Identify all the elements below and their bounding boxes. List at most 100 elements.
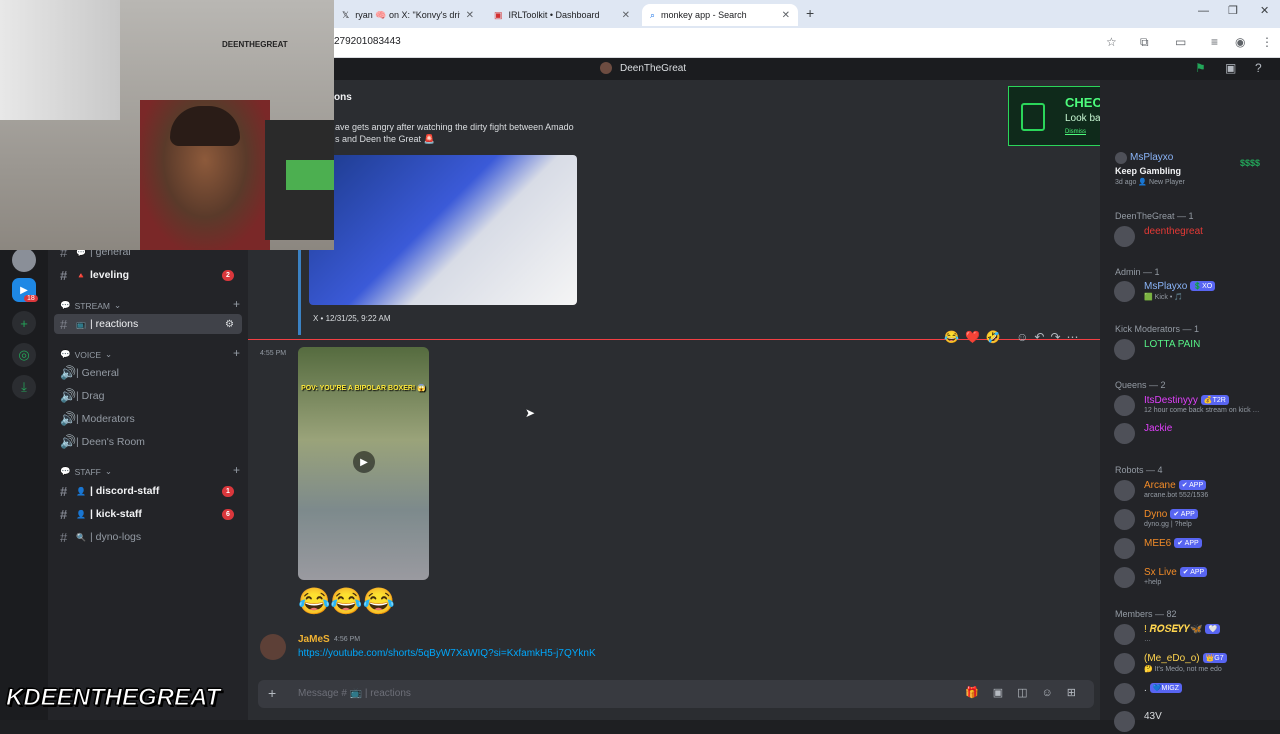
hash-icon: # [60, 316, 68, 332]
video-caption: POV: YOU'RE A BIPOLAR BOXER! 😱 [301, 385, 426, 392]
channel-item[interactable]: # 🔺 leveling 2 [54, 265, 242, 285]
category-stream[interactable]: 💬 STREAM ⌄ [60, 300, 121, 311]
member-item[interactable]: . 💙MIGZ [1114, 680, 1274, 706]
attach-plus-icon[interactable]: + [268, 685, 276, 701]
money-icon: $$$$ [1240, 158, 1261, 168]
window-blinds [0, 0, 120, 120]
category-voice[interactable]: 💬 VOICE ⌄ [60, 349, 112, 360]
member-item[interactable]: Sx Live ✔ APP +help [1114, 564, 1274, 590]
green-object [286, 160, 334, 190]
restore-icon[interactable]: ❐ [1228, 4, 1238, 17]
hash-icon: # [60, 506, 68, 522]
url-field[interactable]: 279201083443 [334, 36, 401, 47]
create-channel-icon[interactable]: + [233, 346, 240, 360]
close-tab-icon[interactable]: ✕ [782, 10, 790, 21]
member-group-header: Admin — 1 [1115, 267, 1160, 277]
category-staff[interactable]: 💬 STAFF ⌄ [60, 466, 112, 477]
member-tag: 👑G7 [1202, 653, 1227, 664]
member-item[interactable]: Dyno ✔ APP dyno.gg | ?help [1114, 506, 1274, 532]
channel-item[interactable]: 🔊 | Drag [54, 386, 242, 406]
member-item[interactable]: Arcane ✔ APP arcane.bot 552/1536 [1114, 477, 1274, 503]
create-channel-icon[interactable]: + [233, 463, 240, 477]
dismiss-link[interactable]: Dismiss [1065, 129, 1086, 135]
avatar [1114, 538, 1135, 559]
input-actions[interactable]: 🎁▣◫☺⊞ [965, 686, 1090, 699]
channel-item[interactable]: # 🔍 | dyno-logs [54, 527, 242, 547]
browser-tab-search[interactable]: ⌕ monkey app - Search ✕ [642, 4, 798, 26]
browser-tab-x[interactable]: 𝕏 ryan 🧠 on X: "Konvy's driver h ✕ [334, 4, 482, 26]
member-group-header: Queens — 2 [1115, 380, 1166, 390]
message-author[interactable]: JaMeS [298, 634, 330, 645]
flag-icon[interactable]: ⚑ [1195, 61, 1206, 75]
mention-badge: 6 [222, 508, 234, 520]
channel-item[interactable]: # 👤 | kick-staff 6 [54, 504, 242, 524]
member-item[interactable]: MsPlayxo 💲XO 🟩 Kick • 🎵 [1114, 278, 1274, 304]
avatar [1114, 395, 1135, 416]
chat-area: ons ave gets angry after watching the di… [248, 80, 1100, 720]
channel-item[interactable]: 🔊 | General [54, 363, 242, 383]
member-name: Arcane [1144, 480, 1176, 491]
extensions-icon[interactable]: ⧉ [1140, 35, 1149, 50]
play-icon[interactable]: ▶ [353, 451, 375, 473]
channel-label: | kick-staff [89, 508, 142, 520]
close-window-icon[interactable]: ✕ [1260, 4, 1269, 17]
member-item[interactable]: LOTTA PAIN [1114, 336, 1274, 362]
member-tag: ✔ APP [1170, 509, 1198, 520]
member-item[interactable]: Jackie [1114, 420, 1274, 446]
settings-gear-icon[interactable]: ⚙ [225, 319, 234, 330]
member-item[interactable]: ! 𝑹𝑶𝑺𝑬𝒀𝒀🦋 🤍… [1114, 621, 1274, 647]
minimize-icon[interactable]: — [1198, 5, 1209, 17]
message-toolbar[interactable]: 😂❤️🤣 ☺↶↷⋯ [944, 330, 1085, 344]
speaker-icon: 🔊 [60, 365, 77, 380]
chevron-down-icon: ⌄ [104, 466, 113, 476]
bookmark-star-icon[interactable]: ☆ [1106, 35, 1117, 49]
message-input[interactable]: + Message # 📺 | reactions 🎁▣◫☺⊞ [258, 680, 1094, 708]
emoji-message: 😂😂😂 [298, 586, 396, 616]
member-tag: 💰T2R [1200, 395, 1229, 406]
close-tab-icon[interactable]: ✕ [466, 10, 474, 21]
activity-name[interactable]: MsPlayxo [1130, 152, 1173, 163]
message-link[interactable]: https://youtube.com/shorts/5qByW7XaWIQ?s… [298, 648, 596, 659]
avatar [1114, 480, 1135, 501]
server-icon[interactable] [12, 248, 36, 272]
member-item[interactable]: deenthegreat [1114, 223, 1274, 249]
inbox-icon[interactable]: ▣ [1225, 61, 1236, 75]
hash-icon: # [60, 483, 68, 499]
avatar[interactable] [260, 634, 286, 660]
tweet-embed: ave gets angry after watching the dirty … [298, 100, 588, 335]
server-avatar-icon [600, 62, 612, 74]
member-item[interactable]: MEE6 ✔ APP [1114, 535, 1274, 561]
member-status: +help [1144, 579, 1162, 586]
profile-icon[interactable]: ◉ [1235, 35, 1245, 49]
member-tag: ✔ APP [1178, 480, 1207, 491]
member-item[interactable]: ItsDestinyyy 💰T2R 12 hour come back stream… [1114, 392, 1274, 418]
discover-icon[interactable]: ◎ [12, 343, 36, 367]
help-icon[interactable]: ? [1255, 61, 1262, 75]
close-tab-icon[interactable]: ✕ [622, 10, 630, 21]
embed-image[interactable] [309, 155, 577, 305]
menu-dots-icon[interactable]: ⋮ [1261, 35, 1273, 49]
channel-item[interactable]: # 📺 | reactions ⚙ [54, 314, 242, 334]
member-item[interactable]: (Me_eDo_o) 👑G7 🤔 It's Medo, not me edo [1114, 650, 1274, 676]
media-control-icon[interactable]: ≡ [1211, 35, 1218, 49]
avatar [1114, 423, 1135, 444]
mention-badge: 1 [222, 485, 234, 497]
cast-icon[interactable]: ▭ [1175, 35, 1186, 49]
channel-item[interactable]: 🔊 | Deen's Room [54, 432, 242, 452]
channel-item[interactable]: 🔊 | Moderators [54, 409, 242, 429]
channel-label: | reactions [89, 318, 139, 330]
add-server-icon[interactable]: + [12, 311, 36, 335]
channel-label: leveling [89, 269, 130, 281]
create-channel-icon[interactable]: + [233, 297, 240, 311]
member-item[interactable]: 43V [1114, 708, 1274, 734]
channel-item[interactable]: # 👤 | discord-staff 1 [54, 481, 242, 501]
browser-tab-irltoolkit[interactable]: ▣ IRLToolkit • Dashboard ✕ [486, 4, 638, 26]
download-icon[interactable]: ⤓ [12, 375, 36, 399]
channel-emoji-icon: 👤 [76, 509, 86, 519]
avatar [1114, 339, 1135, 360]
activity-status: Keep Gambling [1115, 166, 1182, 176]
avatar [1114, 281, 1135, 302]
video-attachment[interactable]: POV: YOU'RE A BIPOLAR BOXER! 😱 ▶ [298, 347, 429, 580]
member-name: Sx Live [1144, 567, 1177, 578]
new-tab-icon[interactable]: + [806, 5, 814, 21]
